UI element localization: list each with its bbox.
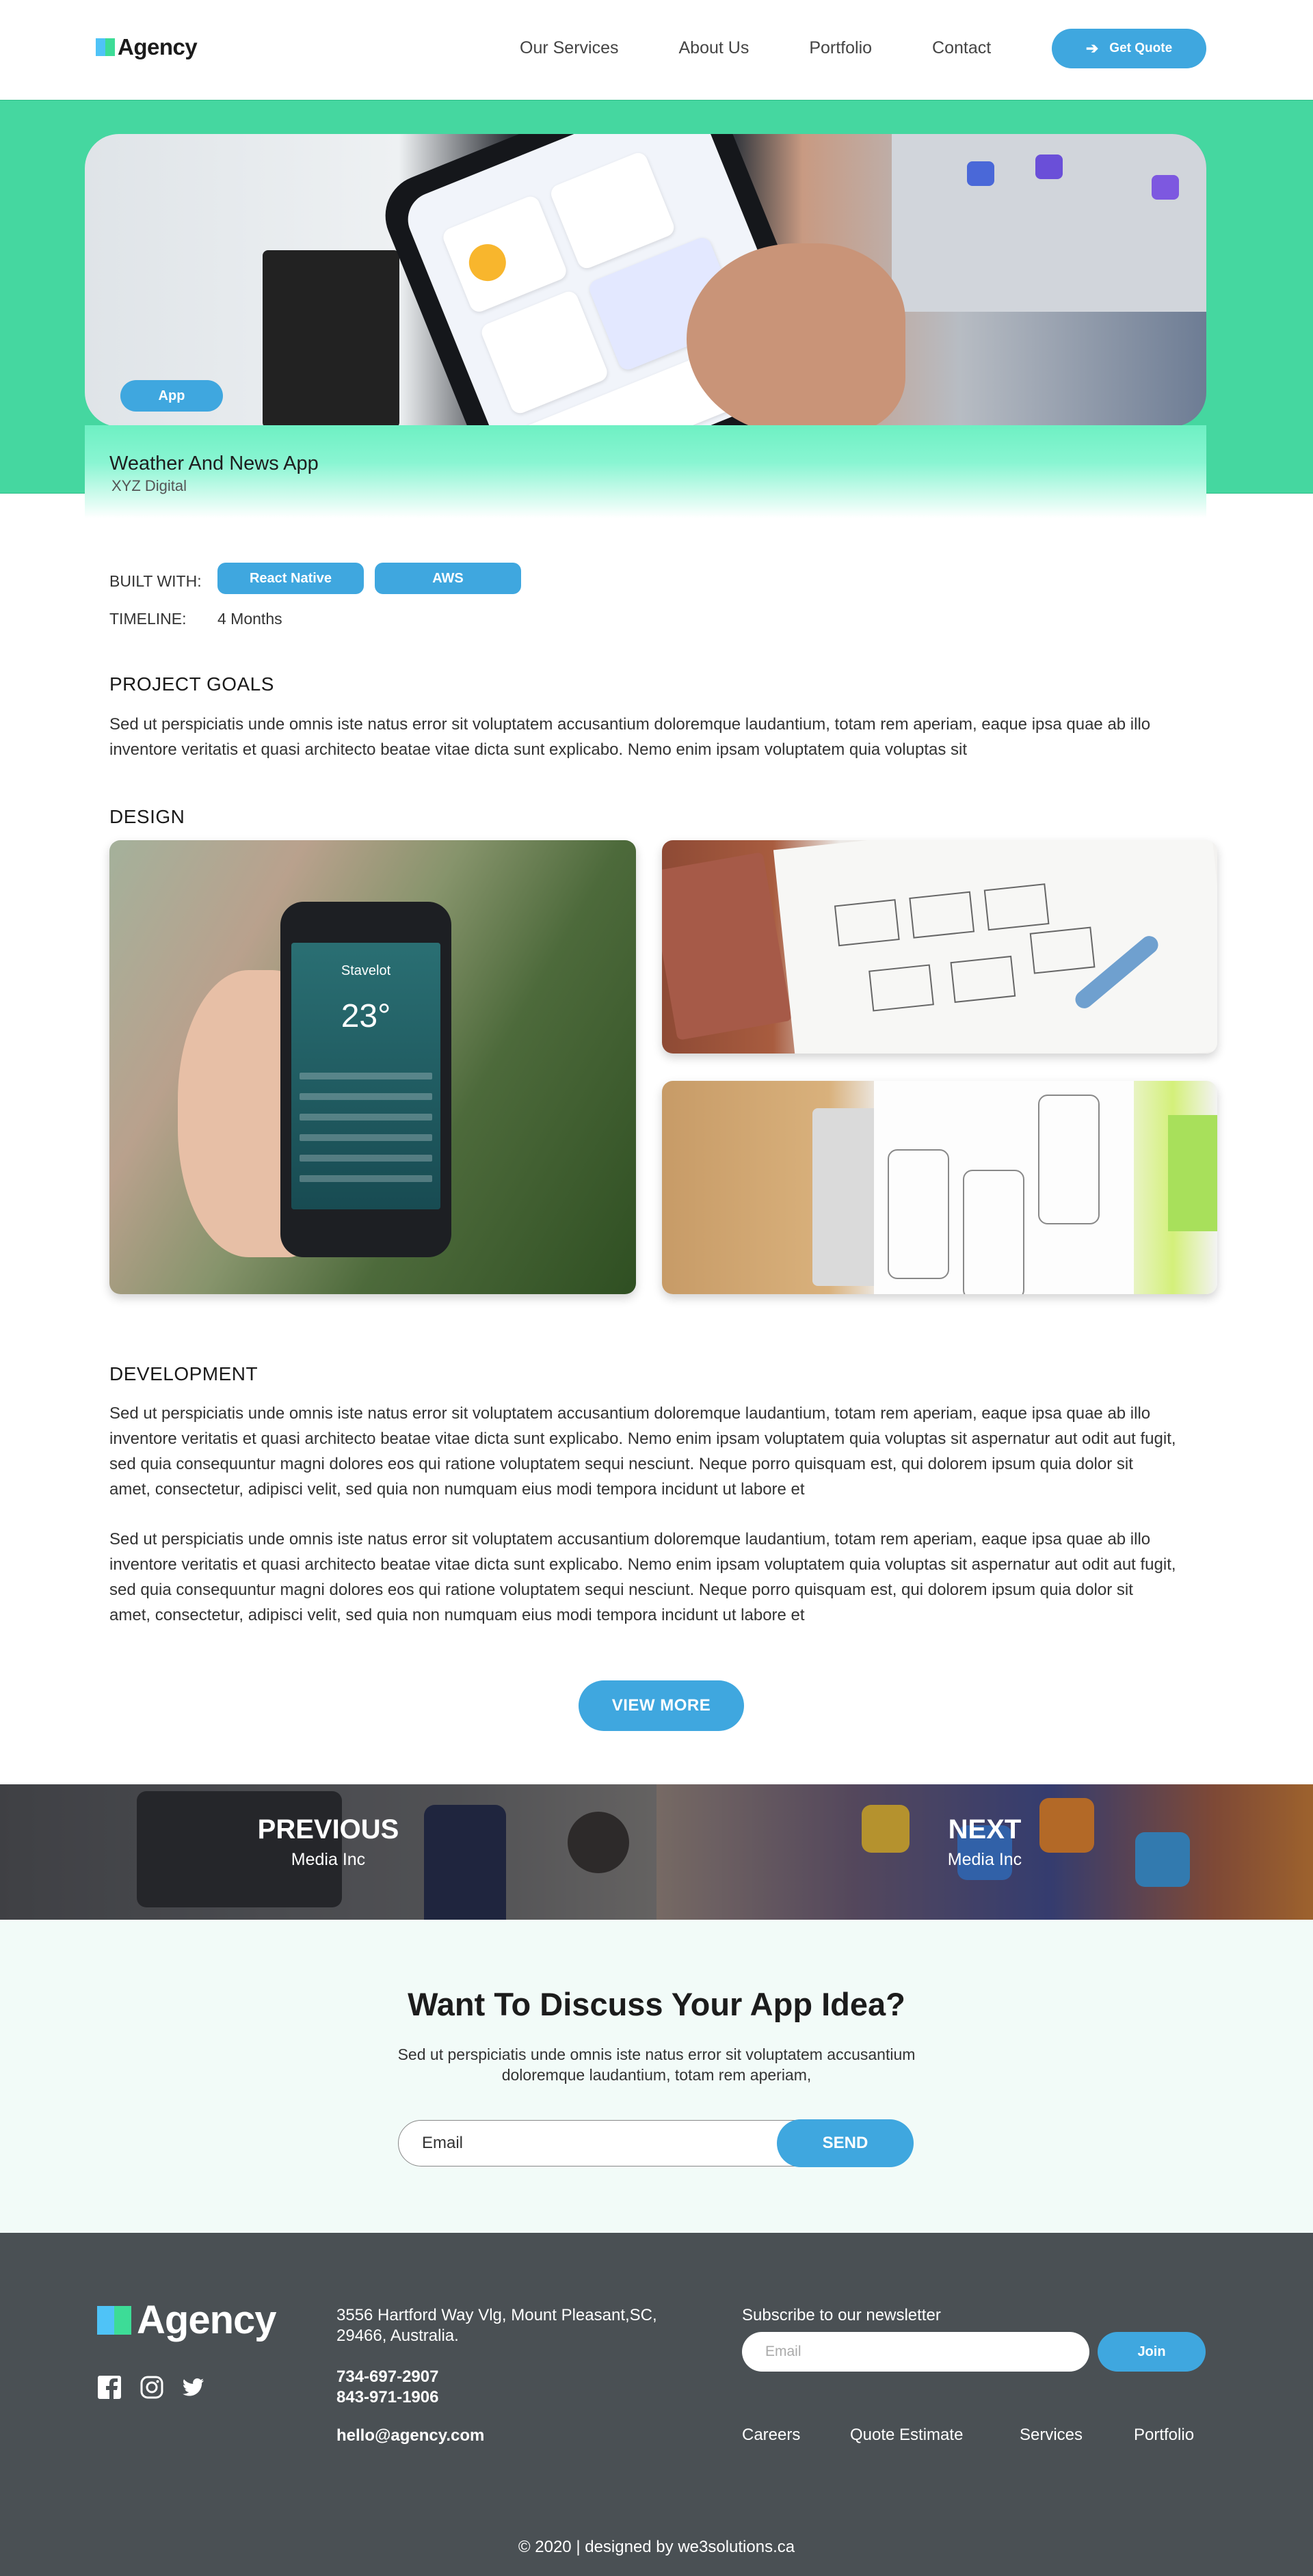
previous-project-link[interactable]: PREVIOUS Media Inc bbox=[0, 1784, 656, 1920]
nav-portfolio[interactable]: Portfolio bbox=[809, 38, 872, 58]
timeline-label: TIMELINE: bbox=[109, 610, 187, 628]
site-header: Agency Our Services About Us Portfolio C… bbox=[0, 0, 1313, 100]
previous-label: PREVIOUS bbox=[257, 1814, 399, 1844]
twitter-icon[interactable] bbox=[181, 2375, 205, 2400]
timeline-value: 4 Months bbox=[217, 610, 282, 628]
site-footer bbox=[0, 2233, 1313, 2576]
next-project-link[interactable]: NEXT Media Inc bbox=[656, 1784, 1313, 1920]
get-quote-label: Get Quote bbox=[1109, 41, 1173, 55]
project-goals-text: Sed ut perspiciatis unde omnis iste natu… bbox=[109, 715, 1151, 759]
project-title: Weather And News App bbox=[109, 453, 319, 474]
footer-link-careers[interactable]: Careers bbox=[742, 2426, 800, 2445]
join-button[interactable]: Join bbox=[1098, 2332, 1206, 2372]
nav-about-us[interactable]: About Us bbox=[678, 38, 749, 58]
design-heading: DESIGN bbox=[109, 806, 185, 827]
hero-laptop-shape bbox=[892, 134, 1206, 312]
footer-address: 3556 Hartford Way Vlg, Mount Pleasant,SC… bbox=[336, 2306, 657, 2345]
newsletter-email-input[interactable]: Email bbox=[742, 2332, 1089, 2372]
footer-email[interactable]: hello@agency.com bbox=[336, 2426, 484, 2446]
project-goals-heading: PROJECT GOALS bbox=[109, 673, 274, 695]
previous-project-name: Media Inc bbox=[291, 1850, 366, 1869]
hero-hand-shape bbox=[687, 243, 905, 427]
development-heading: DEVELOPMENT bbox=[109, 1363, 258, 1384]
tech-pill-aws[interactable]: AWS bbox=[375, 563, 521, 594]
footer-logo-text: Agency bbox=[137, 2298, 277, 2342]
phone-city: Stavelot bbox=[341, 963, 391, 978]
development-paragraph-2: Sed ut perspiciatis unde omnis iste natu… bbox=[109, 1530, 1176, 1624]
nav-our-services[interactable]: Our Services bbox=[520, 38, 618, 58]
phone-shape: Stavelot 23° bbox=[280, 902, 451, 1257]
main-nav: Our Services About Us Portfolio Contact bbox=[520, 38, 1051, 58]
hero-image bbox=[85, 134, 1206, 427]
footer-phone-1[interactable]: 734-697-2907 bbox=[336, 2367, 438, 2387]
send-button[interactable]: SEND bbox=[777, 2119, 914, 2167]
cta-title: Want To Discuss Your App Idea? bbox=[408, 1986, 905, 2022]
copyright: © 2020 | designed by we3solutions.ca bbox=[518, 2538, 795, 2556]
get-quote-button[interactable]: ➔ Get Quote bbox=[1052, 29, 1206, 68]
footer-link-quote-estimate[interactable]: Quote Estimate bbox=[850, 2426, 963, 2445]
project-client: XYZ Digital bbox=[111, 477, 187, 494]
footer-logo[interactable]: Agency bbox=[97, 2297, 277, 2343]
notebook-shape bbox=[662, 852, 793, 1041]
logo-mark-icon bbox=[96, 38, 115, 56]
next-project-name: Media Inc bbox=[947, 1850, 1022, 1869]
development-paragraph-1: Sed ut perspiciatis unde omnis iste natu… bbox=[109, 1404, 1176, 1499]
design-image-ui-sketches bbox=[662, 1081, 1217, 1294]
instagram-icon[interactable] bbox=[140, 2375, 164, 2400]
footer-link-portfolio[interactable]: Portfolio bbox=[1134, 2426, 1194, 2445]
footer-phone-2[interactable]: 843-971-1906 bbox=[336, 2387, 438, 2408]
logo[interactable]: Agency bbox=[96, 34, 198, 60]
view-more-button[interactable]: VIEW MORE bbox=[579, 1680, 744, 1731]
tech-pill-react-native[interactable]: React Native bbox=[217, 563, 364, 594]
footer-logo-mark-icon bbox=[97, 2305, 131, 2335]
cta-text: Sed ut perspiciatis unde omnis iste natu… bbox=[397, 2045, 916, 2084]
design-image-wireframe-sketch bbox=[662, 840, 1217, 1054]
sticky-note-shape bbox=[1168, 1115, 1217, 1231]
newsletter-label: Subscribe to our newsletter bbox=[742, 2306, 941, 2324]
category-badge[interactable]: App bbox=[120, 380, 223, 412]
ui-sketch-paper bbox=[874, 1081, 1134, 1294]
arrow-right-icon: ➔ bbox=[1085, 40, 1099, 57]
phone-temperature: 23° bbox=[341, 998, 391, 1034]
footer-link-services[interactable]: Services bbox=[1020, 2426, 1083, 2445]
built-with-label: BUILT WITH: bbox=[109, 572, 202, 590]
design-image-weather-phone: Stavelot 23° bbox=[109, 840, 636, 1294]
logo-text: Agency bbox=[118, 34, 198, 59]
hero-monitor-shape bbox=[263, 250, 399, 427]
nav-contact[interactable]: Contact bbox=[932, 38, 991, 58]
next-label: NEXT bbox=[948, 1814, 1022, 1844]
facebook-icon[interactable] bbox=[97, 2375, 122, 2400]
